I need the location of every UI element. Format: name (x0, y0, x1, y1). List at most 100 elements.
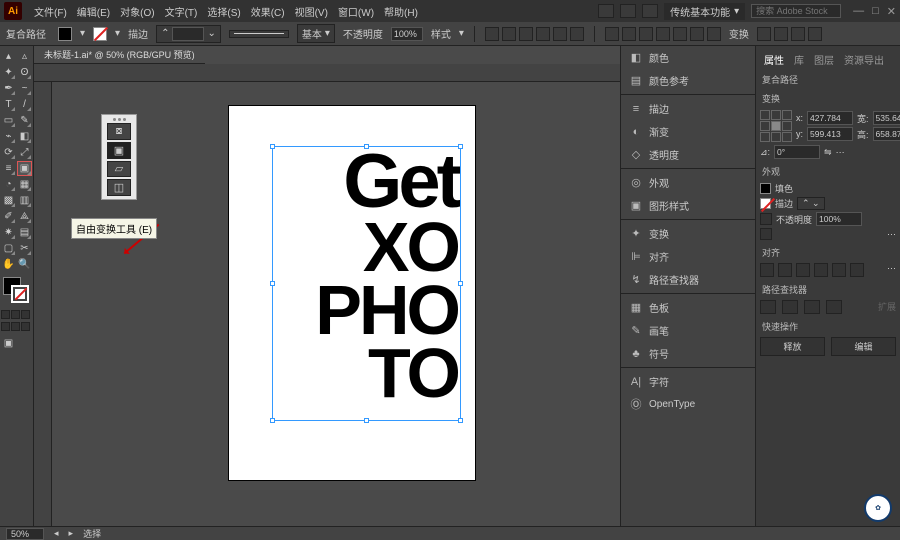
stroke-color[interactable] (11, 285, 29, 303)
dist-icon[interactable] (622, 27, 636, 41)
hand-tool[interactable]: ✋ (1, 257, 16, 272)
dist-icon[interactable] (656, 27, 670, 41)
fill-swatch[interactable] (58, 27, 72, 41)
pen-tool[interactable]: ✒ (1, 81, 16, 96)
release-button[interactable]: 释放 (760, 337, 825, 356)
pf-exclude-icon[interactable] (826, 300, 842, 314)
scale-tool[interactable]: ⤢ (17, 145, 32, 160)
panel-item[interactable]: ◇透明度 (621, 143, 755, 166)
mode-icon[interactable] (21, 310, 30, 319)
pf-unite-icon[interactable] (760, 300, 776, 314)
panel-item[interactable]: ◐渐变 (621, 120, 755, 143)
draw-mode-icon[interactable] (1, 322, 10, 331)
panel-item[interactable]: ↯路径查找器 (621, 268, 755, 291)
menu-view[interactable]: 视图(V) (291, 2, 332, 21)
resize-handle[interactable] (270, 418, 275, 423)
free-transform-widget[interactable]: ⧇ ▣ ▱ ◫ (101, 114, 137, 200)
angle-input[interactable] (774, 145, 820, 159)
resize-handle[interactable] (364, 144, 369, 149)
more-icon[interactable]: ⋯ (887, 263, 896, 277)
align-icon[interactable] (536, 27, 550, 41)
menu-edit[interactable]: 编辑(E) (73, 2, 114, 21)
free-distort-icon[interactable]: ◫ (107, 179, 131, 196)
align-vcenter-icon[interactable] (832, 263, 846, 277)
align-left-icon[interactable] (760, 263, 774, 277)
pf-intersect-icon[interactable] (804, 300, 820, 314)
panel-item[interactable]: A|字符 (621, 370, 755, 393)
close-button[interactable]: ✕ (887, 5, 896, 18)
chevron-down-icon[interactable]: ▾ (115, 28, 120, 39)
arrange-icon[interactable] (642, 4, 658, 18)
tab-libraries[interactable]: 库 (794, 52, 804, 67)
mode-icon[interactable] (11, 310, 20, 319)
opacity-input[interactable] (391, 27, 423, 41)
fx-icon[interactable] (760, 228, 772, 240)
menu-file[interactable]: 文件(F) (30, 2, 71, 21)
blend-tool[interactable]: ⟁ (17, 209, 32, 224)
misc-icon[interactable] (774, 27, 788, 41)
shape-builder-tool[interactable]: ◔ (1, 177, 16, 192)
tab-properties[interactable]: 属性 (764, 52, 784, 67)
h-input[interactable] (873, 127, 900, 141)
opacity-label[interactable]: 不透明度 (343, 26, 383, 41)
panel-item[interactable]: ≡描边 (621, 97, 755, 120)
menu-effect[interactable]: 效果(C) (247, 2, 289, 21)
screen-mode[interactable]: ▣ (1, 336, 16, 351)
document-tab[interactable]: 未标题-1.ai* @ 50% (RGB/GPU 预览) (34, 46, 205, 64)
menu-object[interactable]: 对象(O) (116, 2, 158, 21)
align-hcenter-icon[interactable] (778, 263, 792, 277)
y-input[interactable] (807, 127, 853, 141)
misc-icon[interactable] (808, 27, 822, 41)
stroke-weight[interactable]: ⌃⌄ (156, 25, 221, 43)
align-right-icon[interactable] (796, 263, 810, 277)
dist-icon[interactable] (707, 27, 721, 41)
align-icon[interactable] (502, 27, 516, 41)
menu-select[interactable]: 选择(S) (203, 2, 244, 21)
tab-layers[interactable]: 图层 (814, 52, 834, 67)
dist-icon[interactable] (639, 27, 653, 41)
zoom-dropdown[interactable]: 50% (6, 528, 44, 540)
panel-item[interactable]: ♣符号 (621, 342, 755, 365)
canvas[interactable]: 未标题-1.ai* @ 50% (RGB/GPU 预览) ⧇ ▣ ▱ ◫ Get… (34, 46, 620, 526)
selection-bounds[interactable] (272, 146, 461, 421)
style-dropdown[interactable]: 基本 ▾ (297, 24, 335, 43)
misc-icon[interactable] (791, 27, 805, 41)
selection-tool[interactable]: ▴ (1, 49, 16, 64)
magic-wand-tool[interactable]: ✦ (1, 65, 16, 80)
panel-item[interactable]: ⓄOpenType (621, 393, 755, 415)
panel-item[interactable]: ▦色板 (621, 296, 755, 319)
artboard-tool[interactable]: ▢ (1, 241, 16, 256)
resize-handle[interactable] (458, 144, 463, 149)
bridge-icon[interactable] (598, 4, 614, 18)
align-bottom-icon[interactable] (850, 263, 864, 277)
preset-label[interactable]: 样式 (431, 26, 451, 41)
resize-handle[interactable] (270, 281, 275, 286)
align-icon[interactable] (485, 27, 499, 41)
w-input[interactable] (873, 111, 900, 125)
minimize-button[interactable]: — (853, 5, 864, 18)
more-icon[interactable]: ⋯ (836, 147, 845, 158)
eraser-tool[interactable]: ◧ (17, 129, 32, 144)
tab-asset-export[interactable]: 资源导出 (844, 52, 884, 67)
line-tool[interactable]: / (17, 97, 32, 112)
align-icon[interactable] (570, 27, 584, 41)
align-icon[interactable] (519, 27, 533, 41)
menu-type[interactable]: 文字(T) (161, 2, 202, 21)
search-input[interactable] (751, 4, 841, 18)
panel-item[interactable]: ◎外观 (621, 171, 755, 194)
width-tool[interactable]: ≡ (1, 161, 16, 176)
align-top-icon[interactable] (814, 263, 828, 277)
x-input[interactable] (807, 111, 853, 125)
dist-icon[interactable] (673, 27, 687, 41)
chevron-down-icon[interactable]: ▾ (80, 28, 85, 39)
draw-mode-icon[interactable] (21, 322, 30, 331)
brush-def[interactable] (229, 30, 289, 38)
panel-item[interactable]: ✦变换 (621, 222, 755, 245)
stroke-swatch-prop[interactable] (760, 198, 771, 209)
color-control[interactable] (1, 277, 32, 307)
align-icon[interactable] (553, 27, 567, 41)
dist-icon[interactable] (690, 27, 704, 41)
mode-icon[interactable] (1, 310, 10, 319)
nav-next-icon[interactable]: ▸ (69, 528, 74, 539)
symbol-sprayer-tool[interactable]: ✷ (1, 225, 16, 240)
